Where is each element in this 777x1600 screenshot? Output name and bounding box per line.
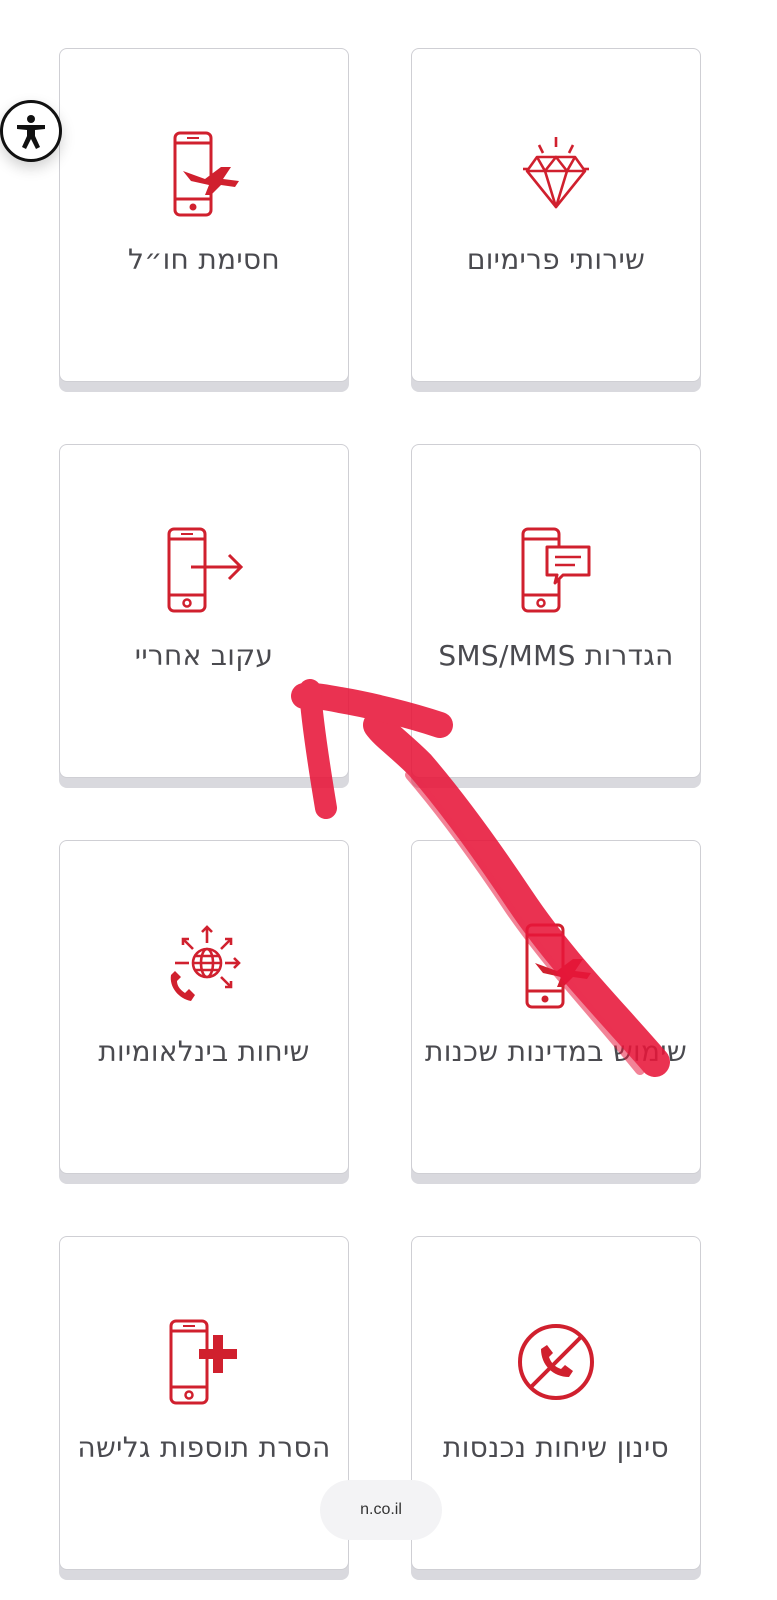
card-label: שימוש במדינות שכנות [425, 1035, 687, 1068]
phone-plus-icon [159, 1317, 249, 1407]
card-label: שיחות בינלאומיות [98, 1035, 310, 1068]
phone-message-icon [511, 525, 601, 615]
card-incoming-call-filter[interactable]: סינון שיחות נכנסות [411, 1236, 701, 1570]
diamond-icon [511, 129, 601, 219]
accessibility-icon [17, 115, 45, 149]
phone-forward-icon [159, 525, 249, 615]
card-label: שירותי פרימיום [466, 243, 646, 276]
url-bar[interactable]: n.co.il [320, 1480, 442, 1540]
card-sms-mms-settings[interactable]: הגדרות SMS/MMS [411, 444, 701, 778]
card-neighbor-countries[interactable]: שימוש במדינות שכנות [411, 840, 701, 1174]
card-label: הסרת תוספות גלישה [77, 1431, 331, 1464]
call-block-icon [511, 1317, 601, 1407]
globe-call-icon [159, 921, 249, 1011]
phone-plane-icon [159, 129, 249, 219]
card-premium-services[interactable]: שירותי פרימיום [411, 48, 701, 382]
card-label: חסימת חו״ל [128, 243, 280, 276]
card-follow-me[interactable]: עקוב אחריי [59, 444, 349, 778]
card-label: סינון שיחות נכנסות [443, 1431, 669, 1464]
card-label: הגדרות SMS/MMS [438, 639, 674, 672]
card-international-calls[interactable]: שיחות בינלאומיות [59, 840, 349, 1174]
url-text: n.co.il [360, 1501, 402, 1518]
phone-plane-icon [511, 921, 601, 1011]
card-block-abroad[interactable]: חסימת חו״ל [59, 48, 349, 382]
accessibility-button[interactable] [0, 100, 62, 162]
card-remove-browsing-addons[interactable]: הסרת תוספות גלישה [59, 1236, 349, 1570]
card-label: עקוב אחריי [134, 639, 274, 672]
